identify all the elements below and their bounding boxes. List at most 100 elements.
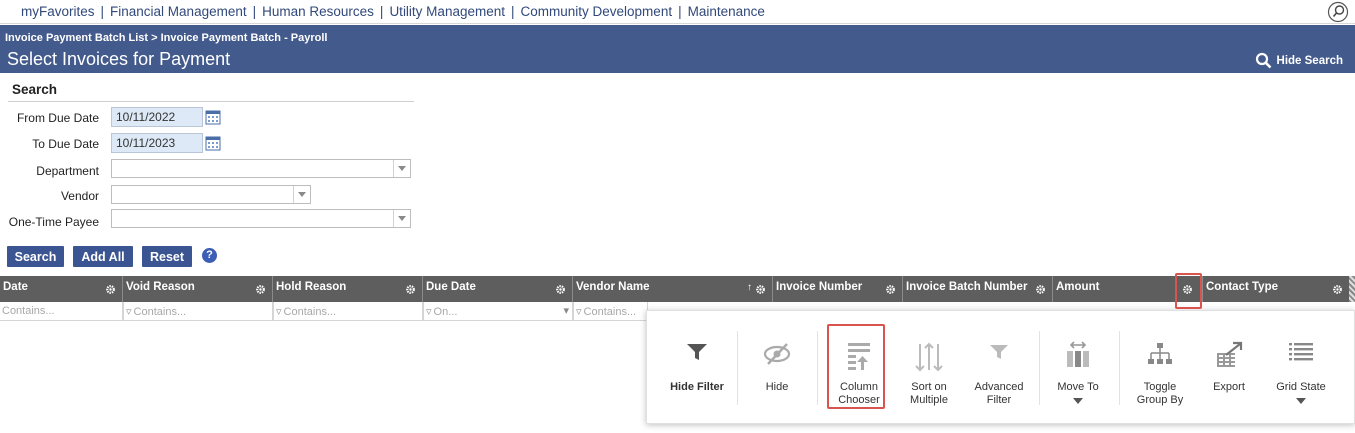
grid-state-label: Grid State <box>1276 381 1326 393</box>
filter-placeholder: Contains... <box>283 306 337 318</box>
column-header-date[interactable]: Date <box>0 276 123 302</box>
calendar-icon[interactable] <box>205 135 221 151</box>
department-select[interactable] <box>111 159 411 178</box>
chevron-down-icon[interactable] <box>393 210 410 227</box>
filter-void-reason[interactable]: ▿ Contains... <box>123 302 273 321</box>
nav-separator: | <box>379 4 384 19</box>
nav-maintenance[interactable]: Maintenance <box>688 4 765 19</box>
sort-ascending-icon[interactable]: ↑ <box>747 282 752 293</box>
from-due-date-label: From Due Date <box>16 111 99 125</box>
toolbar-divider <box>1039 331 1040 405</box>
filter-placeholder: Contains... <box>583 306 637 318</box>
gear-icon[interactable] <box>1035 284 1046 295</box>
search-section-title: Search <box>12 82 58 97</box>
toolbar-divider <box>817 331 818 405</box>
column-label: Invoice Batch Number <box>906 281 1028 293</box>
chevron-down-icon <box>1296 398 1306 404</box>
highlight-amount-gear <box>1175 273 1202 309</box>
hide-filter-button[interactable]: Hide Filter <box>661 311 733 425</box>
to-due-date-label: To Due Date <box>32 137 99 151</box>
help-icon[interactable]: ? <box>202 248 217 263</box>
column-header-due-date[interactable]: Due Date <box>423 276 573 302</box>
add-all-button[interactable]: Add All <box>73 246 133 267</box>
nav-utility-management[interactable]: Utility Management <box>389 4 505 19</box>
column-label: Hold Reason <box>276 281 347 293</box>
chevron-down-icon[interactable] <box>393 160 410 177</box>
filter-hold-reason[interactable]: ▿ Contains... <box>273 302 423 321</box>
hide-search-button[interactable]: Hide Search <box>1255 52 1343 69</box>
search-icon <box>1255 52 1271 69</box>
gear-icon[interactable] <box>555 284 566 295</box>
to-due-date-input[interactable]: 10/11/2023 <box>111 133 203 153</box>
vendor-select[interactable] <box>111 185 311 204</box>
toggle-group-by-label: Toggle Group By <box>1136 381 1184 406</box>
gear-icon[interactable] <box>1332 284 1343 295</box>
move-to-label: Move To <box>1057 381 1099 393</box>
column-resize-handle[interactable] <box>1349 276 1355 302</box>
export-button[interactable]: Export <box>1199 311 1259 425</box>
chevron-down-icon[interactable]: ▾ <box>563 304 569 317</box>
nav-human-resources[interactable]: Human Resources <box>262 4 374 19</box>
filter-icon[interactable]: ▿ <box>126 305 132 318</box>
move-column-icon <box>1067 341 1089 367</box>
search-button[interactable]: Search <box>7 246 64 267</box>
nav-community-development[interactable]: Community Development <box>521 4 673 19</box>
gear-icon[interactable] <box>405 284 416 295</box>
filter-placeholder: Contains... <box>2 305 55 317</box>
advanced-filter-button[interactable]: Advanced Filter <box>965 311 1033 425</box>
gear-icon[interactable] <box>255 284 266 295</box>
hide-label: Hide <box>765 381 789 393</box>
column-header-invoice-batch-number[interactable]: Invoice Batch Number <box>903 276 1053 302</box>
sort-on-multiple-button[interactable]: Sort on Multiple <box>897 311 961 425</box>
breadcrumb[interactable]: Invoice Payment Batch List > Invoice Pay… <box>5 32 327 44</box>
filter-date[interactable]: Contains... <box>0 302 123 321</box>
chevron-down-icon <box>1073 398 1083 404</box>
filter-icon[interactable]: ▿ <box>426 305 432 318</box>
column-header-vendor-name[interactable]: Vendor Name ↑ <box>573 276 773 302</box>
column-header-void-reason[interactable]: Void Reason <box>123 276 273 302</box>
grid-state-button[interactable]: Grid State <box>1267 311 1335 425</box>
nav-financial-management[interactable]: Financial Management <box>110 4 247 19</box>
filter-due-date[interactable]: ▿ On... ▾ <box>423 302 573 321</box>
page-header: Invoice Payment Batch List > Invoice Pay… <box>0 25 1355 73</box>
chevron-down-icon[interactable] <box>293 186 310 203</box>
grid-header: Date Void Reason Hold Reason Due Date Ve… <box>0 276 1352 302</box>
column-label: Contact Type <box>1206 281 1278 293</box>
column-label: Void Reason <box>126 281 195 293</box>
nav-separator: | <box>511 4 515 19</box>
hide-column-button[interactable]: Hide <box>743 311 811 425</box>
global-search-icon[interactable] <box>1327 1 1349 23</box>
nav-my-favorites[interactable]: myFavorites <box>21 4 95 19</box>
gear-icon[interactable] <box>755 284 766 295</box>
nav-separator: | <box>678 4 682 19</box>
filter-placeholder: On... <box>433 306 458 318</box>
column-label: Vendor Name <box>576 281 650 293</box>
column-header-invoice-number[interactable]: Invoice Number <box>773 276 903 302</box>
from-due-date-input[interactable]: 10/11/2022 <box>111 107 203 127</box>
export-icon <box>1217 341 1243 367</box>
highlight-column-chooser <box>827 324 885 409</box>
eye-slash-icon <box>763 343 791 365</box>
toolbar-divider <box>737 331 738 405</box>
filter-vendor-name[interactable]: ▿ Contains... <box>573 302 648 321</box>
gear-icon[interactable] <box>105 284 116 295</box>
reset-button[interactable]: Reset <box>142 246 192 267</box>
toolbar-divider <box>1119 331 1120 405</box>
column-label: Due Date <box>426 281 476 293</box>
top-nav-links: myFavorites | Financial Management | Hum… <box>21 4 765 19</box>
toggle-group-by-button[interactable]: Toggle Group By <box>1127 311 1193 425</box>
filter-placeholder: Contains... <box>133 306 187 318</box>
funnel-icon <box>687 344 707 360</box>
gear-icon[interactable] <box>885 284 896 295</box>
column-header-contact-type[interactable]: Contact Type <box>1203 276 1346 302</box>
filter-icon[interactable]: ▿ <box>576 305 582 318</box>
filter-icon[interactable]: ▿ <box>276 305 282 318</box>
department-label: Department <box>36 164 99 178</box>
one-time-payee-select[interactable] <box>111 209 411 228</box>
calendar-icon[interactable] <box>205 109 221 125</box>
column-label: Amount <box>1056 281 1100 293</box>
column-header-hold-reason[interactable]: Hold Reason <box>273 276 423 302</box>
move-to-button[interactable]: Move To <box>1045 311 1111 425</box>
sort-arrows-icon <box>915 342 943 372</box>
funnel-icon <box>990 345 1008 359</box>
